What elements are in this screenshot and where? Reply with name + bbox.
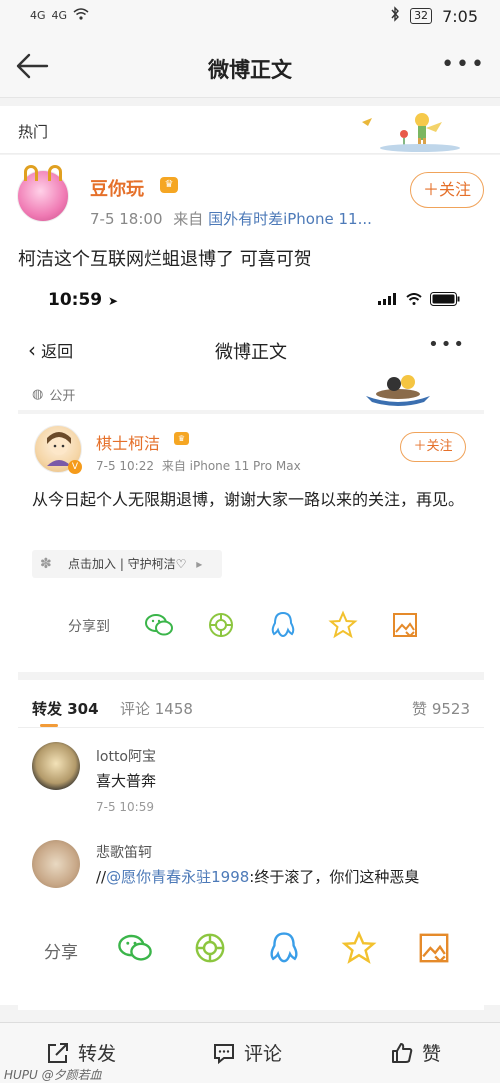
share-bar: 分享 <box>0 920 500 980</box>
chevron-right-icon: ▸ <box>196 557 203 571</box>
comment-icon <box>214 1043 234 1064</box>
clock: 7:05 <box>442 6 478 26</box>
battery-icon: 32 <box>410 8 433 24</box>
comment-text: //@愿你青春永驻1998:终于滚了，你们这种恶臭 <box>96 868 420 886</box>
commenter-name[interactable]: lotto阿宝 <box>96 746 156 766</box>
more-icon[interactable]: ••• <box>441 52 486 77</box>
comment-text: 喜大普奔 <box>96 772 157 790</box>
tab-like[interactable]: 赞 9523 <box>412 698 470 719</box>
commenter-name[interactable]: 悲歌笛轲 <box>96 842 152 862</box>
embedded-clock: 10:59 ➤ <box>48 290 119 310</box>
post-source-prefix: 来自 <box>173 210 204 228</box>
share-label: 分享 <box>44 943 78 963</box>
follow-button[interactable]: ＋关注 <box>410 172 484 208</box>
qzone-star-icon[interactable] <box>328 610 358 640</box>
like-button[interactable]: 赞 <box>390 1039 441 1066</box>
join-group-chip[interactable]: ✽ 点击加入 | 守护柯洁♡ ▸ <box>32 550 222 578</box>
comment-time: 7-5 10:59 <box>96 800 154 814</box>
qq-icon[interactable] <box>268 610 298 640</box>
avatar[interactable] <box>17 165 69 222</box>
post-date: 7-5 18:00 <box>90 210 163 228</box>
thumbs-up-icon <box>392 1042 413 1063</box>
embedded-share-row: 分享到 <box>18 610 484 646</box>
qzone-star-icon[interactable] <box>341 930 377 966</box>
wifi-icon <box>73 8 89 23</box>
watermark: HUPU @夕颜若血 <box>4 1068 102 1082</box>
bluetooth-icon <box>390 6 400 26</box>
signal-icon: 4G <box>30 9 46 22</box>
share-to-label: 分享到 <box>68 619 110 635</box>
embedded-nav: ‹ 返回 微博正文 ••• <box>18 330 484 370</box>
globe-icon: ◍ <box>32 387 44 402</box>
little-prince-illustration <box>362 113 460 152</box>
group-icon: ✽ <box>40 556 52 572</box>
more-icon[interactable]: ••• <box>428 334 466 355</box>
commenter-avatar[interactable] <box>32 840 80 888</box>
post-text: 柯洁这个互联网烂蛆退博了 可喜可贺 <box>18 249 312 270</box>
embedded-title: 微博正文 <box>215 342 287 363</box>
wechat-icon[interactable] <box>117 930 153 966</box>
verified-badge-icon: V <box>68 460 82 474</box>
commenter-avatar[interactable] <box>32 742 80 790</box>
tab-forward[interactable]: 转发 304 <box>32 698 99 719</box>
signal-bars-icon <box>378 293 396 305</box>
visibility-indicator: ◍ 公开 <box>32 387 76 404</box>
wifi-icon <box>406 293 422 305</box>
embedded-post-text: 从今日起个人无限期退博，谢谢大家一路以来的关注，再见。 <box>32 490 465 509</box>
save-image-icon[interactable] <box>416 930 452 966</box>
active-tab-indicator <box>40 724 58 727</box>
moments-icon[interactable] <box>192 930 228 966</box>
location-arrow-icon: ➤ <box>108 294 119 308</box>
boat-illustration <box>366 375 430 406</box>
save-image-icon[interactable] <box>390 610 420 640</box>
post-card: 豆你玩 ♛ 7-5 18:00 来自 国外有时差iPhone 11... ＋关注… <box>0 155 500 1010</box>
post-meta: 7-5 18:00 来自 国外有时差iPhone 11... <box>90 208 372 229</box>
hot-section-header: 热门 <box>0 106 500 154</box>
post-source[interactable]: 国外有时差iPhone 11... <box>208 210 372 228</box>
vip-crown-icon: ♛ <box>174 432 189 445</box>
wechat-icon[interactable] <box>144 610 174 640</box>
forward-icon <box>48 1042 68 1063</box>
status-bar: 4G 4G 32 7:05 <box>0 0 500 36</box>
hot-label: 热门 <box>18 123 49 141</box>
tab-comment[interactable]: 评论 1458 <box>120 698 193 719</box>
qq-icon[interactable] <box>266 930 302 966</box>
forward-button[interactable]: 转发 <box>46 1039 116 1066</box>
battery-icon <box>430 292 460 306</box>
comment-button[interactable]: 评论 <box>212 1039 282 1066</box>
embedded-screenshot[interactable]: 10:59 ➤ ‹ 返回 微博正文 ••• ◍ 公开 V 棋士柯洁 ♛ 7-5 … <box>18 280 484 1010</box>
signal-icon: 4G <box>51 9 68 22</box>
vip-crown-icon: ♛ <box>160 177 178 193</box>
nav-bar: 微博正文 ••• <box>0 36 500 98</box>
moments-icon[interactable] <box>206 610 236 640</box>
page-title: 微博正文 <box>208 58 292 82</box>
interaction-tabs: 转发 304 评论 1458 赞 9523 <box>18 688 484 728</box>
post-username[interactable]: 豆你玩 <box>90 175 144 201</box>
embedded-author-name[interactable]: 棋士柯洁 <box>96 430 160 454</box>
embedded-author-meta: 7-5 10:22 来自 iPhone 11 Pro Max <box>96 459 301 473</box>
mention-link[interactable]: @愿你青春永驻1998 <box>106 868 249 886</box>
embedded-follow-button[interactable]: ＋关注 <box>400 432 466 462</box>
